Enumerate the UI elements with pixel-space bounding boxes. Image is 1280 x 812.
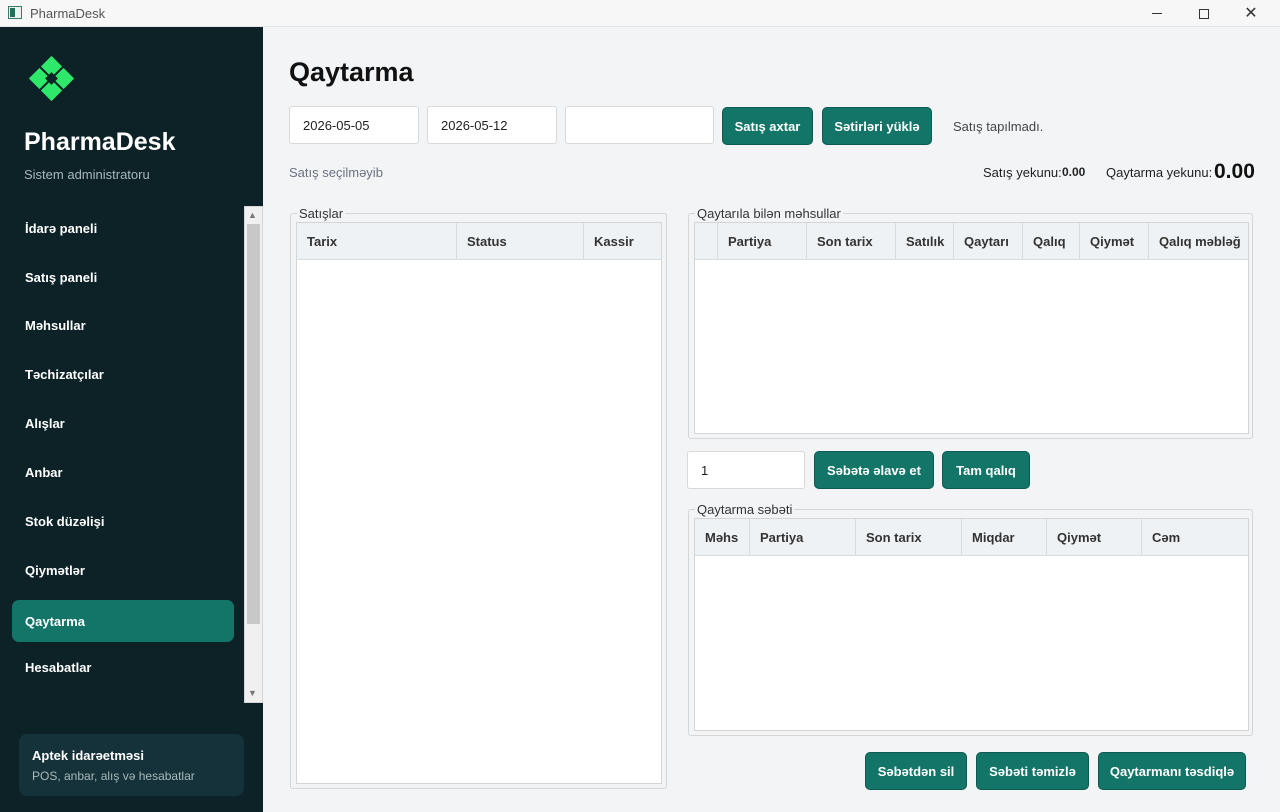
returnable-group-title: Qaytarıla bilən məhsullar: [695, 206, 843, 221]
sidebar-nav: İdarə paneli Satış paneli Məhsullar Təch…: [12, 207, 242, 703]
sidebar-item-suppliers[interactable]: Təchizatçılar: [12, 353, 234, 395]
search-field[interactable]: [565, 106, 714, 144]
minimize-icon: [1152, 13, 1162, 14]
column-header[interactable]: Qalıq məbləğ: [1149, 223, 1248, 260]
close-icon: ✕: [1244, 4, 1258, 22]
sale-total-label: Satış yekunu:: [983, 165, 1062, 180]
maximize-button[interactable]: [1181, 0, 1227, 27]
user-role: Sistem administratoru: [24, 167, 150, 182]
sidebar-item-returns[interactable]: Qaytarma: [12, 600, 234, 642]
sales-group-title: Satışlar: [297, 206, 346, 221]
full-remaining-button[interactable]: Tam qalıq: [942, 451, 1030, 489]
sales-group: Satışlar Tarix Status Kassir: [290, 206, 667, 789]
return-total-label: Qaytarma yekunu:: [1106, 165, 1213, 180]
date-from-field[interactable]: 2026-05-05: [289, 106, 419, 144]
sidebar: PharmaDesk Sistem administratoru İdarə p…: [0, 27, 263, 812]
search-sales-button[interactable]: Satış axtar: [722, 107, 813, 145]
logo-icon: [26, 55, 77, 104]
sales-table-header: Tarix Status Kassir: [297, 223, 661, 260]
scroll-up-icon[interactable]: ▲: [248, 210, 257, 220]
return-cart-table[interactable]: Məhs Partiya Son tarix Miqdar Qiymət Cəm: [694, 518, 1249, 731]
column-header[interactable]: Tarix: [297, 223, 457, 260]
column-header[interactable]: Son tarix: [807, 223, 896, 260]
add-to-cart-button[interactable]: Səbətə əlavə et: [814, 451, 934, 489]
return-total-value: 0.00: [1214, 160, 1255, 183]
column-header[interactable]: Status: [457, 223, 584, 260]
scrollbar-thumb[interactable]: [247, 224, 260, 624]
column-header[interactable]: Məhs: [695, 519, 750, 556]
scroll-down-icon[interactable]: ▼: [248, 688, 257, 698]
sidebar-scrollbar[interactable]: ▲ ▼: [244, 206, 263, 703]
sidebar-item-stock-adjustment[interactable]: Stok düzəlişi: [12, 500, 234, 542]
quantity-input[interactable]: 1: [687, 451, 805, 489]
footer-subtitle: POS, anbar, alış və hesabatlar: [32, 769, 195, 783]
sidebar-item-prices[interactable]: Qiymətlər: [12, 549, 234, 591]
clear-cart-button[interactable]: Səbəti təmizlə: [976, 752, 1089, 790]
column-header[interactable]: Qiymət: [1080, 223, 1149, 260]
column-header[interactable]: Qalıq: [1023, 223, 1080, 260]
column-header[interactable]: Partiya: [750, 519, 856, 556]
title-bar: PharmaDesk ✕: [0, 0, 1280, 27]
column-header[interactable]: Satılık: [896, 223, 954, 260]
selection-status: Satış seçilməyib: [289, 165, 383, 180]
page-title: Qaytarma: [289, 57, 414, 87]
remove-from-cart-button[interactable]: Səbətdən sil: [865, 752, 967, 790]
return-cart-title: Qaytarma səbəti: [695, 502, 795, 517]
sale-total-value: 0.00: [1062, 165, 1086, 179]
return-cart-table-header: Məhs Partiya Son tarix Miqdar Qiymət Cəm: [695, 519, 1248, 556]
footer-title: Aptek idarəetməsi: [32, 748, 144, 763]
sidebar-item-products[interactable]: Məhsullar: [12, 304, 234, 346]
search-status: Satış tapılmadı.: [953, 119, 1044, 134]
column-header[interactable]: Son tarix: [856, 519, 962, 556]
load-rows-button[interactable]: Sətirləri yüklə: [822, 107, 932, 145]
confirm-return-button[interactable]: Qaytarmanı təsdiqlə: [1098, 752, 1246, 790]
returnable-products-table[interactable]: Partiya Son tarix Satılık Qaytarı Qalıq …: [694, 222, 1249, 434]
sidebar-item-sales-panel[interactable]: Satış paneli: [12, 256, 234, 298]
maximize-icon: [1199, 8, 1209, 19]
sidebar-item-purchases[interactable]: Alışlar: [12, 402, 234, 444]
window-title: PharmaDesk: [30, 6, 106, 21]
sidebar-item-dashboard[interactable]: İdarə paneli: [12, 207, 234, 249]
column-header[interactable]: Qaytarı: [954, 223, 1023, 260]
returnable-products-group: Qaytarıla bilən məhsullar Partiya Son ta…: [688, 206, 1253, 439]
column-header[interactable]: [695, 223, 718, 260]
sales-table[interactable]: Tarix Status Kassir: [296, 222, 662, 784]
close-button[interactable]: ✕: [1228, 0, 1274, 27]
minimize-button[interactable]: [1134, 0, 1180, 27]
sidebar-item-reports[interactable]: Hesabatlar: [12, 646, 234, 688]
returnable-table-header: Partiya Son tarix Satılık Qaytarı Qalıq …: [695, 223, 1248, 260]
date-to-field[interactable]: 2026-05-12: [427, 106, 557, 144]
app-icon: [8, 6, 22, 19]
column-header[interactable]: Miqdar: [962, 519, 1047, 556]
column-header[interactable]: Qiymət: [1047, 519, 1142, 556]
return-cart-group: Qaytarma səbəti Məhs Partiya Son tarix M…: [688, 502, 1253, 736]
column-header[interactable]: Cəm: [1142, 519, 1248, 556]
sidebar-item-warehouse[interactable]: Anbar: [12, 451, 234, 493]
column-header[interactable]: Kassir: [584, 223, 661, 260]
column-header[interactable]: Partiya: [718, 223, 807, 260]
sidebar-footer-card: Aptek idarəetməsi POS, anbar, alış və he…: [19, 734, 244, 796]
brand-name: PharmaDesk: [24, 128, 176, 156]
